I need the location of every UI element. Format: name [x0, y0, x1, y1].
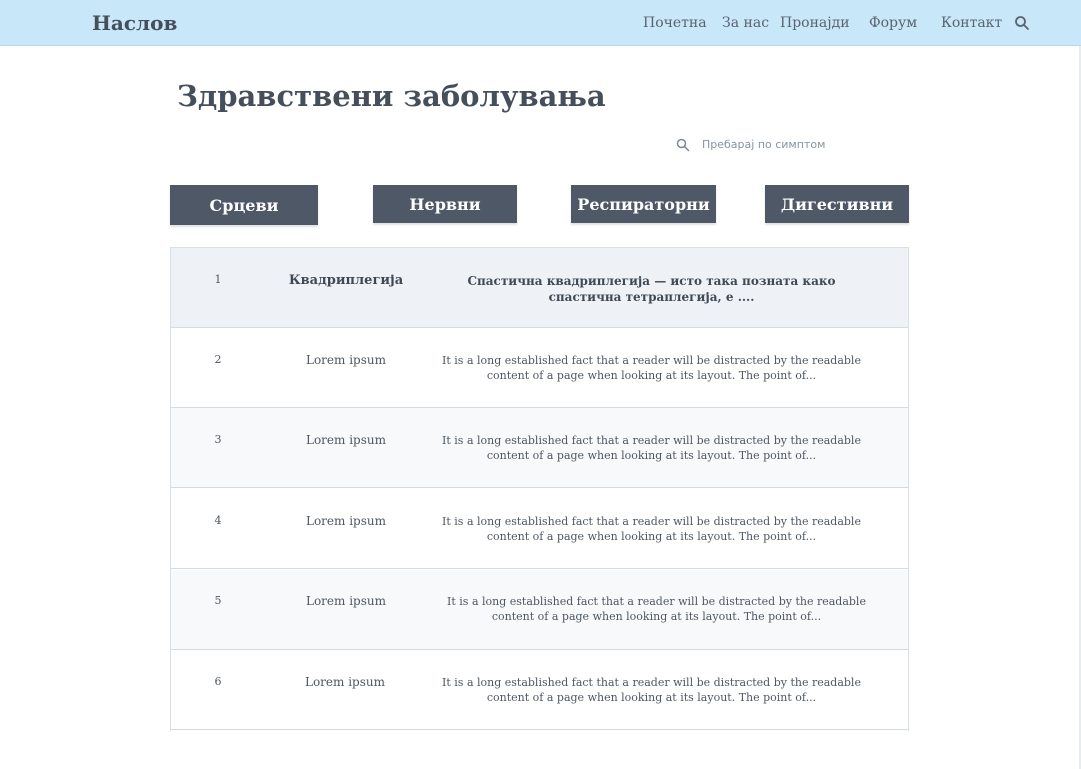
category-button-nervous[interactable]: Нервни — [373, 185, 517, 223]
row-number: 5 — [214, 594, 222, 607]
disease-name: Lorem ipsum — [305, 433, 386, 447]
disease-name: Квадриплегија — [288, 273, 404, 288]
table-row[interactable]: 3 Lorem ipsum It is a long established f… — [171, 408, 908, 488]
disease-name: Lorem ipsum — [304, 675, 385, 689]
category-button-respiratory[interactable]: Респираторни — [571, 185, 716, 223]
category-button-cardiac[interactable]: Срцеви — [170, 185, 318, 225]
page-title: Здравствени заболувања — [177, 79, 606, 113]
disease-name: Lorem ipsum — [305, 353, 386, 367]
diseases-table: 1 Квадриплегија Спастична квадриплегија … — [170, 247, 909, 731]
search-icon — [676, 137, 690, 152]
disease-description: It is a long established fact that a rea… — [447, 595, 866, 623]
disease-name: Lorem ipsum — [305, 514, 386, 528]
disease-description: It is a long established fact that a rea… — [442, 676, 861, 704]
disease-description: It is a long established fact that a rea… — [442, 354, 861, 382]
category-button-digestive[interactable]: Дигестивни — [765, 185, 909, 223]
nav-link-about[interactable]: За нас — [722, 15, 769, 31]
row-number: 3 — [214, 433, 222, 446]
navbar: Наслов Почетна За нас Пронајди Форум Кон… — [0, 0, 1081, 46]
row-number: 4 — [214, 514, 222, 527]
table-row[interactable]: 2 Lorem ipsum It is a long established f… — [171, 328, 908, 408]
disease-name: Lorem ipsum — [305, 594, 386, 608]
disease-description: Спастична квадриплегија — исто така позн… — [467, 274, 836, 304]
table-row[interactable]: 1 Квадриплегија Спастична квадриплегија … — [171, 248, 908, 328]
symptom-search-input[interactable] — [702, 135, 872, 153]
row-number: 2 — [214, 353, 222, 366]
brand-logo[interactable]: Наслов — [92, 11, 177, 35]
search-icon[interactable] — [1014, 15, 1030, 31]
nav-link-forum[interactable]: Форум — [869, 15, 917, 31]
disease-description: It is a long established fact that a rea… — [442, 515, 861, 543]
row-number: 1 — [214, 273, 222, 286]
nav-link-home[interactable]: Почетна — [643, 15, 707, 31]
nav-link-find[interactable]: Пронајди — [780, 15, 850, 31]
table-row[interactable]: 4 Lorem ipsum It is a long established f… — [171, 489, 908, 569]
disease-description: It is a long established fact that a rea… — [442, 434, 861, 462]
table-row[interactable]: 5 Lorem ipsum It is a long established f… — [171, 570, 908, 650]
nav-link-contact[interactable]: Контакт — [941, 15, 1002, 31]
row-number: 6 — [214, 675, 222, 688]
table-row[interactable]: 6 Lorem ipsum It is a long established f… — [171, 650, 908, 730]
symptom-search — [676, 135, 876, 153]
